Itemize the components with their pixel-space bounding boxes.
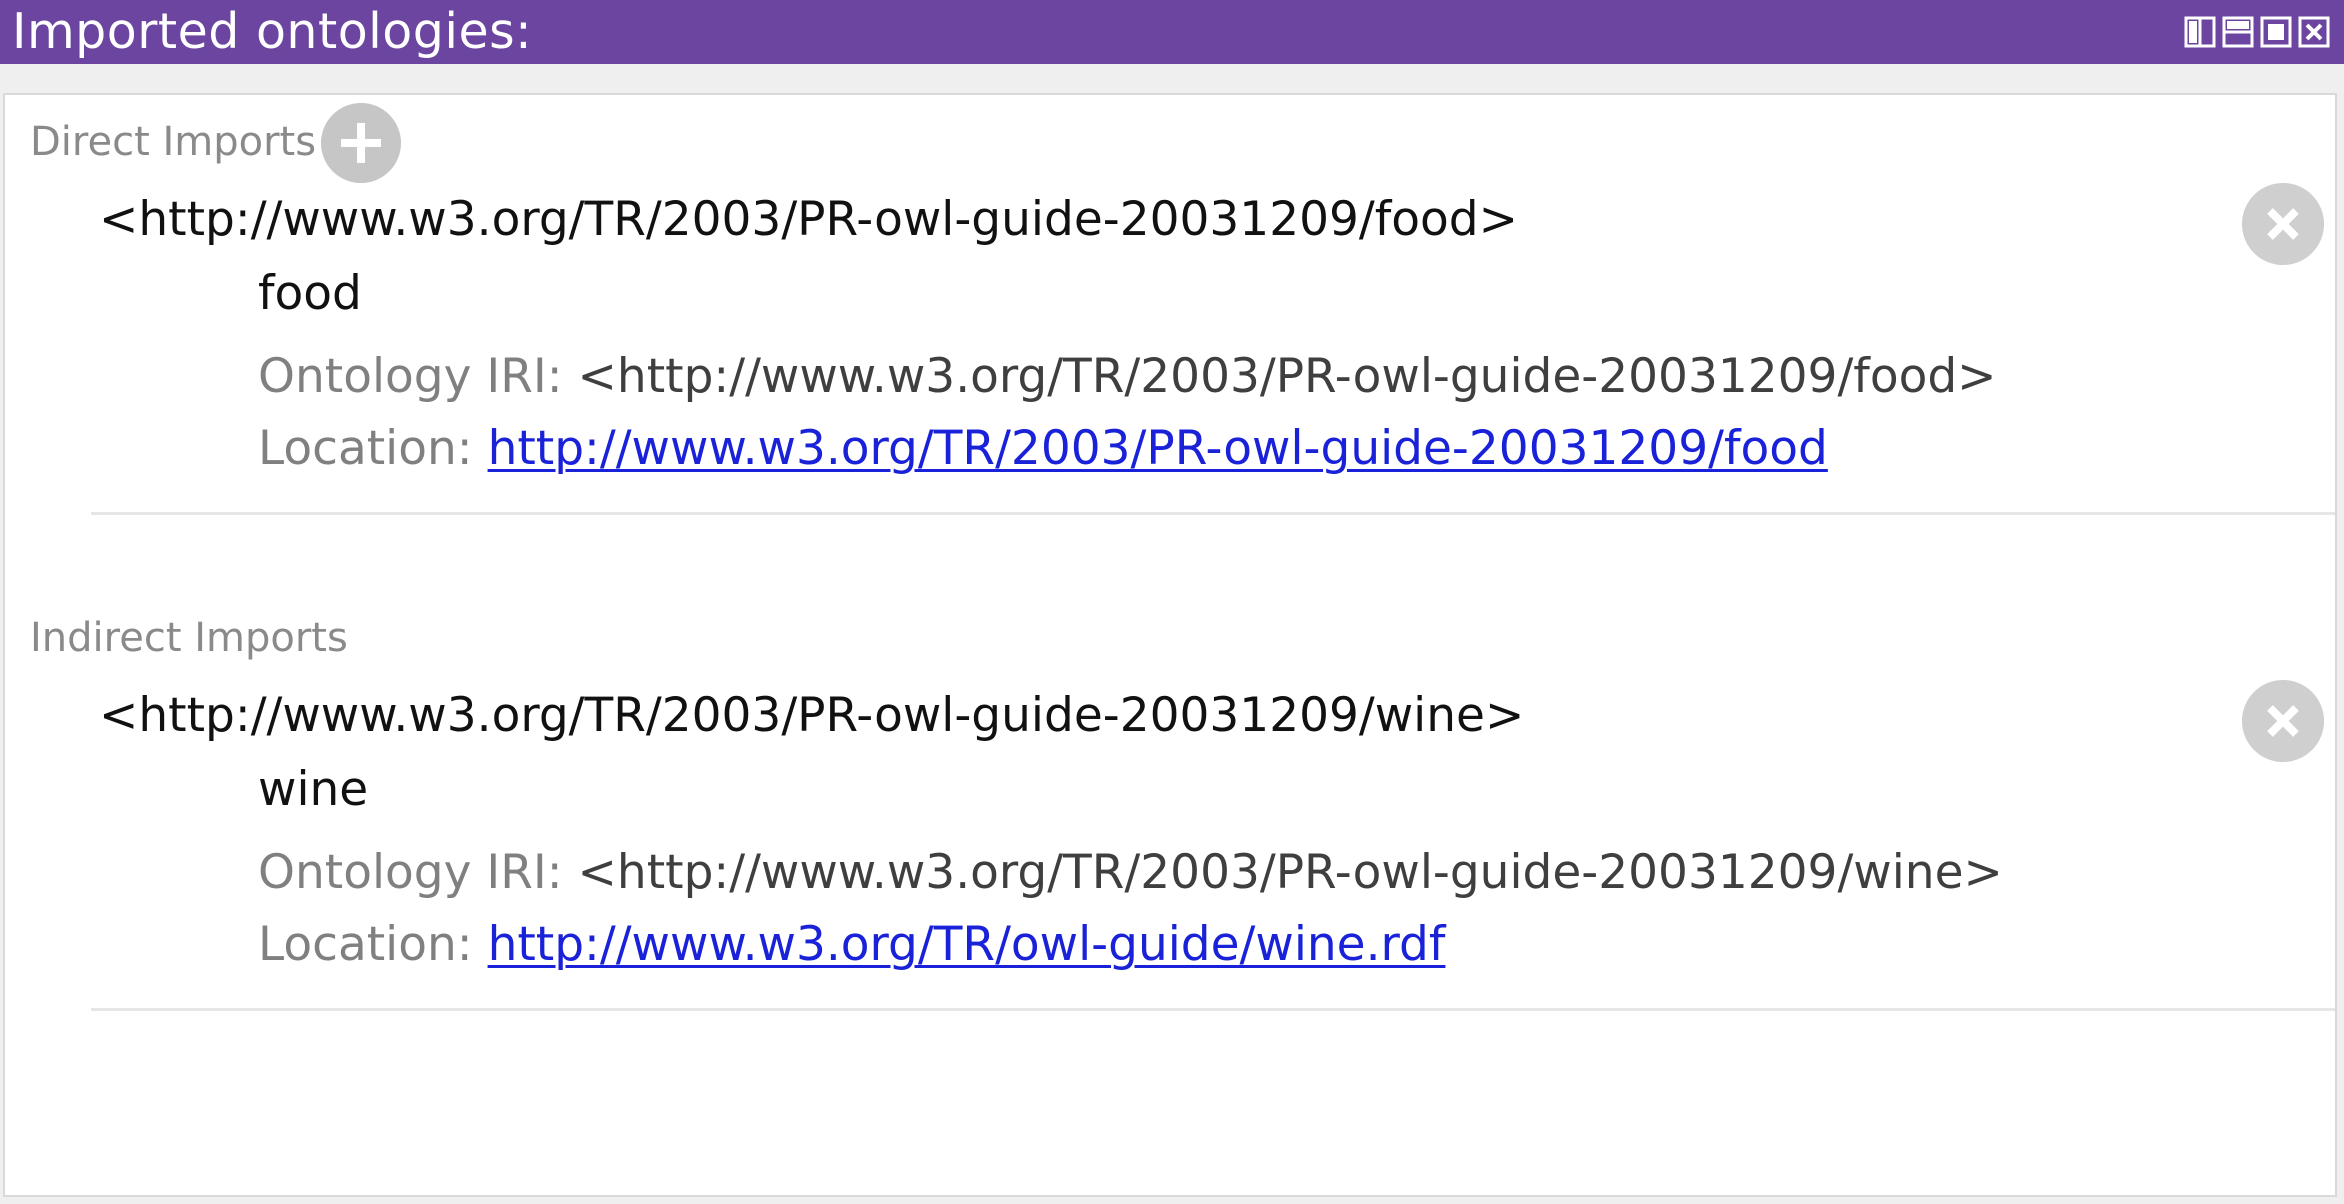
location-link[interactable]: http://www.w3.org/TR/2003/PR-owl-guide-2… <box>488 421 1828 476</box>
location-label: Location: <box>258 917 473 972</box>
location-row: Location: http://www.w3.org/TR/2003/PR-o… <box>258 422 1828 476</box>
split-vertical-icon[interactable] <box>2222 16 2254 48</box>
remove-import-button[interactable] <box>2242 183 2324 265</box>
imports-panel: Direct Imports <http://www.w3.org/TR/200… <box>3 93 2337 1197</box>
indirect-imports-label: Indirect Imports <box>30 615 348 661</box>
ontology-name: food <box>258 266 362 321</box>
ontology-iri-label: Ontology IRI: <box>258 845 563 900</box>
direct-imports-label: Direct Imports <box>30 119 317 165</box>
ontology-iri-value: <http://www.w3.org/TR/2003/PR-owl-guide-… <box>577 845 2003 900</box>
location-label: Location: <box>258 421 473 476</box>
ontology-name: wine <box>258 762 369 817</box>
close-view-icon[interactable] <box>2298 16 2330 48</box>
split-horizontal-icon[interactable] <box>2184 16 2216 48</box>
view-controls <box>2184 16 2330 48</box>
ontology-iri-label: Ontology IRI: <box>258 349 563 404</box>
item-divider <box>91 512 2335 515</box>
ontology-iri-row: Ontology IRI: <http://www.w3.org/TR/2003… <box>258 350 1997 404</box>
item-divider <box>91 1008 2335 1011</box>
ontology-iri-row: Ontology IRI: <http://www.w3.org/TR/2003… <box>258 846 2003 900</box>
ontology-iri-value: <http://www.w3.org/TR/2003/PR-owl-guide-… <box>577 349 1997 404</box>
add-import-button[interactable] <box>321 103 401 183</box>
view-title: Imported ontologies: <box>12 3 533 60</box>
import-iri: <http://www.w3.org/TR/2003/PR-owl-guide-… <box>99 688 1525 743</box>
remove-import-button[interactable] <box>2242 680 2324 762</box>
import-iri: <http://www.w3.org/TR/2003/PR-owl-guide-… <box>99 192 1519 247</box>
view-title-bar: Imported ontologies: <box>0 0 2344 64</box>
location-row: Location: http://www.w3.org/TR/owl-guide… <box>258 918 1445 972</box>
maximize-icon[interactable] <box>2260 16 2292 48</box>
location-link[interactable]: http://www.w3.org/TR/owl-guide/wine.rdf <box>488 917 1446 972</box>
